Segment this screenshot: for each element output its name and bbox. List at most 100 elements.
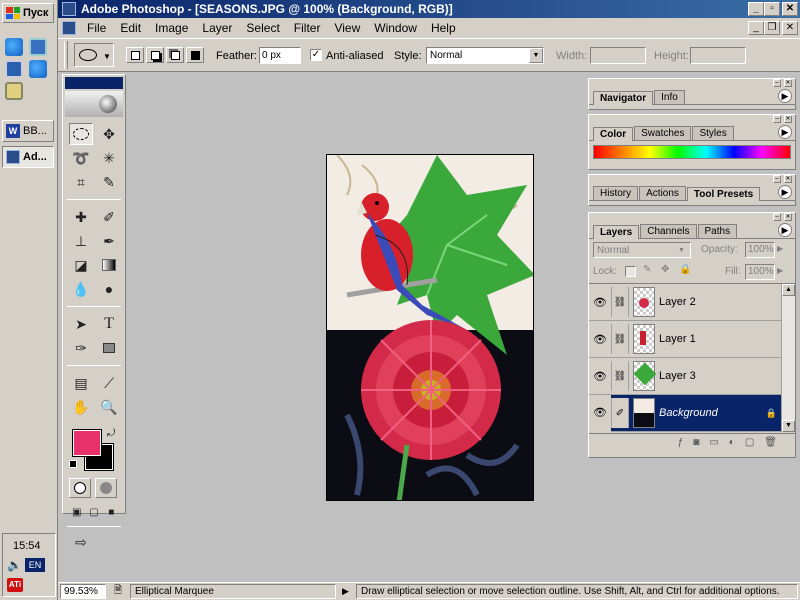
menu-edit[interactable]: Edit — [113, 21, 148, 35]
jump-to-imageready-button[interactable]: ⇨ — [69, 531, 93, 553]
brush-tool[interactable]: ✐ — [97, 206, 121, 228]
hand-tool[interactable]: ✋ — [69, 396, 93, 418]
start-button[interactable]: Пуск — [2, 3, 54, 23]
current-tool-display[interactable]: Elliptical Marquee — [130, 584, 336, 599]
gradient-tool[interactable] — [97, 254, 121, 276]
blend-mode-select[interactable]: Normal ▼ — [593, 242, 691, 258]
tab-channels[interactable]: Channels — [640, 224, 697, 238]
opacity-input[interactable]: 100% — [745, 242, 775, 258]
tab-styles[interactable]: Styles — [692, 126, 734, 140]
link-icon[interactable]: ⛓ — [611, 287, 629, 317]
path-selection-tool[interactable]: ➤ — [69, 313, 93, 335]
rectangle-tool[interactable] — [97, 337, 121, 359]
eyedropper-tool[interactable]: ⟋ — [97, 372, 121, 394]
layer-mask-icon[interactable]: ◙ — [693, 437, 699, 448]
history-brush-tool[interactable]: ✒ — [97, 230, 121, 252]
trash-icon[interactable]: 🗑 — [764, 437, 777, 448]
lock-pixels-icon[interactable]: ✎ — [643, 264, 651, 275]
lock-position-icon[interactable]: ✥ — [661, 264, 669, 275]
notes-tool[interactable]: ▤ — [69, 372, 93, 394]
scroll-up-button[interactable]: ▲ — [782, 284, 795, 296]
palette-title-bar[interactable]: – ✕ — [589, 115, 795, 123]
quick-mask-button[interactable] — [95, 478, 117, 498]
crop-tool[interactable]: ⌗ — [69, 171, 93, 193]
document-info-icon[interactable]: 🗎 — [114, 583, 128, 600]
feather-input[interactable] — [259, 47, 301, 64]
tab-layers[interactable]: Layers — [593, 225, 640, 239]
healing-brush-tool[interactable]: ✚ — [69, 206, 93, 228]
layer-row-layer-3[interactable]: 👁 ⛓ Layer 3 — [589, 358, 781, 395]
eye-icon[interactable]: 👁 — [589, 370, 611, 383]
eraser-tool[interactable]: ◪ — [69, 254, 93, 276]
menu-view[interactable]: View — [327, 21, 367, 35]
full-screen-menu-mode-button[interactable]: ▢ — [86, 504, 101, 520]
chevron-right-icon[interactable]: ▶ — [777, 244, 783, 253]
palette-menu-icon[interactable]: ▶ — [778, 223, 792, 237]
tab-navigator[interactable]: Navigator — [593, 91, 654, 105]
zoom-tool[interactable]: 🔍 — [97, 396, 121, 418]
menu-image[interactable]: Image — [148, 21, 195, 35]
speaker-icon[interactable]: 🔈 — [7, 558, 22, 572]
internet-explorer-icon[interactable] — [5, 38, 23, 56]
close-button[interactable]: ✕ — [782, 2, 798, 16]
eye-icon[interactable]: 👁 — [589, 333, 611, 346]
lock-all-icon[interactable]: 🔒 — [679, 264, 691, 275]
adjustment-layer-icon[interactable]: ◐ — [729, 437, 735, 448]
outlook-icon[interactable] — [5, 60, 23, 78]
task-button-photoshop[interactable]: Ad... — [2, 146, 54, 168]
dodge-tool[interactable]: ● — [97, 278, 121, 300]
palette-title-bar[interactable]: – ✕ — [589, 175, 795, 183]
adobe-online-button[interactable] — [65, 91, 123, 117]
minimize-button[interactable]: _ — [748, 2, 764, 16]
add-selection-button[interactable] — [146, 47, 164, 63]
link-icon[interactable]: ⛓ — [611, 324, 629, 354]
minimize-icon[interactable]: – — [773, 115, 781, 123]
slice-tool[interactable]: ✎ — [97, 171, 121, 193]
standard-mode-button[interactable] — [69, 478, 91, 498]
chevron-right-icon[interactable]: ▶ — [342, 586, 354, 597]
toolbox-title-bar[interactable] — [65, 77, 123, 89]
document-icon[interactable] — [62, 21, 76, 35]
close-icon[interactable]: ✕ — [784, 79, 792, 87]
subtract-selection-button[interactable] — [166, 47, 184, 63]
magic-wand-tool[interactable]: ✳ — [97, 147, 121, 169]
layer-style-icon[interactable]: ƒ — [678, 437, 684, 448]
close-icon[interactable]: ✕ — [784, 115, 792, 123]
move-tool[interactable]: ✥ — [97, 123, 121, 145]
eye-icon[interactable]: 👁 — [589, 296, 611, 309]
tab-paths[interactable]: Paths — [697, 224, 738, 238]
ati-icon[interactable]: ATi — [7, 578, 23, 592]
foreground-color-swatch[interactable] — [72, 429, 102, 457]
palette-title-bar[interactable]: – ✕ — [589, 79, 795, 87]
tool-preset-picker[interactable]: ▼ — [74, 43, 114, 67]
menu-filter[interactable]: Filter — [287, 21, 328, 35]
color-ramp[interactable] — [593, 145, 791, 159]
elliptical-marquee-tool[interactable] — [69, 123, 93, 145]
chevron-right-icon[interactable]: ▶ — [777, 266, 783, 275]
scroll-down-button[interactable]: ▼ — [782, 420, 795, 432]
menu-layer[interactable]: Layer — [195, 21, 239, 35]
standard-screen-mode-button[interactable]: ▣ — [69, 504, 84, 520]
doc-close-button[interactable]: ✕ — [782, 21, 798, 35]
new-selection-button[interactable] — [126, 47, 144, 63]
default-colors-icon[interactable] — [69, 460, 77, 468]
brush-icon[interactable]: ✐ — [611, 398, 629, 428]
blur-tool[interactable]: 💧 — [69, 278, 93, 300]
pen-tool[interactable]: ✑ — [69, 337, 93, 359]
lock-transparency-icon[interactable] — [625, 266, 636, 277]
tab-actions[interactable]: Actions — [639, 186, 686, 200]
palette-menu-icon[interactable]: ▶ — [778, 89, 792, 103]
palette-menu-icon[interactable]: ▶ — [778, 125, 792, 139]
antialiased-checkbox[interactable]: ✓ — [310, 49, 322, 61]
layer-row-layer-2[interactable]: 👁 ⛓ Layer 2 — [589, 284, 781, 321]
tab-tool-presets[interactable]: Tool Presets — [686, 187, 761, 201]
language-indicator[interactable]: EN — [25, 558, 45, 572]
fill-input[interactable]: 100% — [745, 264, 775, 280]
clone-stamp-tool[interactable]: ⊥ — [69, 230, 93, 252]
document-canvas[interactable] — [326, 154, 534, 501]
network-icon[interactable] — [29, 38, 47, 56]
maximize-button[interactable]: ▫ — [764, 2, 780, 16]
task-button-word[interactable]: W BB... — [2, 120, 54, 142]
intersect-selection-button[interactable] — [186, 47, 204, 63]
layer-row-layer-1[interactable]: 👁 ⛓ Layer 1 — [589, 321, 781, 358]
